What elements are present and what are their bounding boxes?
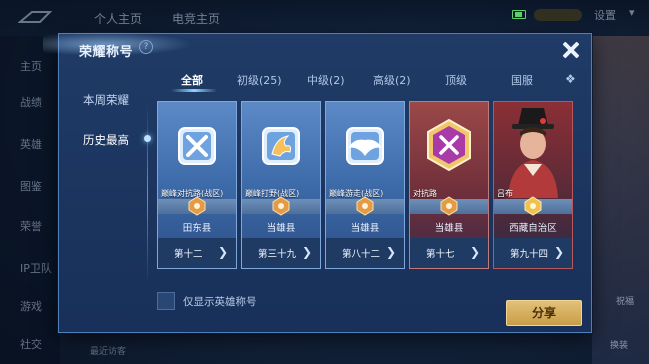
card-region: 当雄县	[350, 223, 380, 234]
honor-title-dialog: 荣耀称号 ? 本周荣耀 历史最高 全部 初级(25) 中级(2) 高级(2) 顶…	[43, 32, 592, 333]
background-top-bar: 个人主页 电竞主页 设置 ▾	[0, 0, 649, 36]
tab-bar: 全部 初级(25) 中级(2) 高级(2) 顶级 国服 ❖	[157, 70, 585, 94]
chevron-right-icon[interactable]: ❯	[554, 245, 564, 259]
honor-card-list: 巅峰对抗路(战区) 田东县 第十二 ❯ 巅峰打野(战区) 当雄县 第三十九 ❯ …	[157, 101, 585, 269]
background-sidebar-item: 图鉴	[20, 180, 42, 193]
background-sidebar-item: IP卫队	[20, 262, 52, 275]
chevron-down-icon: ▾	[629, 6, 635, 19]
background-sidebar-item: 社交	[20, 338, 42, 351]
chevron-right-icon[interactable]: ❯	[470, 245, 480, 259]
chevron-right-icon[interactable]: ❯	[218, 245, 228, 259]
rank-emblem-icon	[440, 196, 458, 216]
grid-more-icon[interactable]: ❖	[565, 72, 579, 86]
chevron-right-icon[interactable]: ❯	[302, 245, 312, 259]
rank-emblem-icon	[524, 196, 542, 216]
only-hero-label: 仅显示英雄称号	[183, 296, 257, 308]
card-region: 当雄县	[434, 223, 464, 234]
background-tab-profile: 个人主页	[94, 12, 143, 26]
tab-top[interactable]: 顶级	[445, 72, 467, 88]
background-sidebar-item: 主页	[20, 60, 42, 73]
card-region: 西藏自治区	[509, 223, 557, 234]
background-sidebar-item: 荣誉	[20, 220, 42, 233]
side-nav-item-weekly[interactable]: 本周荣耀	[83, 92, 129, 108]
honor-card[interactable]: 巅峰游走(战区) 当雄县 第八十二 ❯	[325, 101, 405, 269]
golden-hexagon-badge-icon	[427, 118, 471, 172]
rank-emblem-icon	[272, 196, 290, 216]
tab-all[interactable]: 全部	[181, 72, 203, 88]
rank-emblem-icon	[356, 196, 374, 216]
background-tab-esports: 电竞主页	[172, 12, 221, 26]
side-nav: 本周荣耀 历史最高	[59, 64, 151, 294]
background-hero-art: 祝福 换装	[592, 36, 649, 364]
rank-emblem-icon	[188, 196, 206, 216]
honor-card[interactable]: 巅峰打野(战区) 当雄县 第三十九 ❯	[241, 101, 321, 269]
only-hero-checkbox[interactable]	[157, 292, 175, 310]
side-nav-item-history-best[interactable]: 历史最高	[83, 132, 129, 148]
active-indicator-dot	[144, 135, 151, 142]
card-rank: 第三十九	[258, 249, 297, 260]
card-region: 田东县	[182, 223, 212, 234]
background-settings-label: 设置	[594, 9, 616, 22]
tab-intermediate[interactable]: 中级(2)	[307, 72, 345, 88]
help-icon[interactable]: ?	[139, 40, 153, 54]
side-nav-divider	[147, 104, 148, 284]
card-rank: 第八十二	[342, 249, 381, 260]
dialog-title: 荣耀称号	[79, 45, 134, 60]
background-sidebar: 主页 战绩 英雄 图鉴 荣誉 IP卫队 游戏 社交	[0, 36, 60, 364]
crossed-swords-badge-icon	[178, 127, 216, 165]
tab-advanced[interactable]: 高级(2)	[373, 72, 411, 88]
tab-beginner[interactable]: 初级(25)	[237, 72, 282, 88]
card-rank: 第十七	[426, 249, 455, 260]
background-right-label: 祝福	[616, 297, 635, 307]
close-icon[interactable]	[559, 38, 583, 62]
background-sidebar-item: 英雄	[20, 138, 42, 151]
card-rank: 第九十四	[510, 249, 549, 260]
background-sidebar-item: 游戏	[20, 300, 42, 313]
battery-icon	[512, 10, 526, 19]
dragon-badge-icon	[262, 127, 300, 165]
card-region: 当雄县	[266, 223, 296, 234]
card-rank: 第十二	[174, 249, 203, 260]
background-sidebar-item: 战绩	[20, 96, 42, 109]
share-button[interactable]: 分享	[506, 300, 582, 326]
honor-card[interactable]: 吕布 西藏自治区 第九十四 ❯	[493, 101, 573, 269]
honor-card[interactable]: 对抗路 当雄县 第十七 ❯	[409, 101, 489, 269]
hero-portrait-icon	[508, 108, 558, 198]
tab-national[interactable]: 国服	[511, 72, 533, 88]
winged-shield-badge-icon	[346, 127, 384, 165]
active-tab-underline	[171, 89, 217, 92]
background-recent-visitors: 最近访客	[90, 347, 127, 357]
chevron-right-icon[interactable]: ❯	[386, 245, 396, 259]
honor-card[interactable]: 巅峰对抗路(战区) 田东县 第十二 ❯	[157, 101, 237, 269]
background-currency-pill	[534, 9, 582, 21]
game-logo-icon	[18, 11, 52, 23]
background-right-label: 换装	[610, 341, 629, 351]
